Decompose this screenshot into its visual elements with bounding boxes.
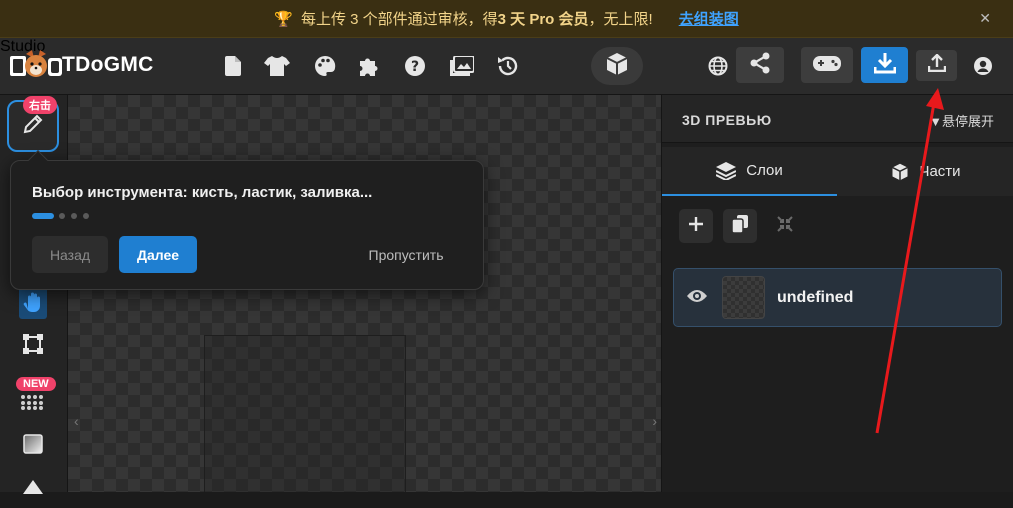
shape-tool-button[interactable] [14,470,52,508]
promo-banner: 🏆 每上传 3 个部件通过审核，得 3 天 Pro 会员 ，无上限! 去组装图 … [0,0,1013,38]
right-click-badge: 右击 [23,96,57,114]
download-icon [873,52,896,79]
layer-name: undefined [777,289,854,306]
drawing-canvas[interactable]: ‹ › [68,95,661,492]
trophy-icon: 🏆 [274,10,293,28]
pattern-tool-button[interactable] [14,385,52,423]
tab-parts-label: Части [919,163,961,180]
user-account-icon[interactable] [970,53,996,79]
preview-title: 3D ПРЕВЬЮ [682,112,772,128]
progress-dot [71,213,77,219]
dots-grid-icon [20,394,46,415]
app-name: TDoGMC [62,53,154,76]
banner-text-bold: 3 天 Pro 会员 [497,11,589,28]
copy-icon [731,214,748,238]
pencil-icon [22,113,44,140]
upload-button[interactable] [916,50,957,81]
transform-tool-button[interactable] [14,327,52,365]
cube-icon [606,52,628,81]
cube-icon [891,163,909,181]
dog-logo-icon [10,50,62,80]
tab-layers[interactable]: Слои [662,147,837,196]
tour-progress-dots [32,213,95,219]
layer-thumbnail [722,276,765,319]
language-globe-icon[interactable] [705,53,731,79]
chevron-left-icon[interactable]: ‹ [74,413,79,429]
triangle-icon [23,479,43,499]
canvas-texture-region [204,335,406,492]
skip-button[interactable]: Пропустить [351,236,461,273]
eye-icon[interactable] [686,288,708,309]
banner-close-icon[interactable]: ✕ [979,10,991,27]
progress-dot [83,213,89,219]
tab-layers-label: Слои [746,162,783,179]
download-button[interactable] [861,47,908,83]
banner-link[interactable]: 去组装图 [679,8,739,29]
preview-header: 3D ПРЕВЬЮ ▼悬停展开 [662,95,1013,143]
add-layer-button[interactable] [679,209,713,243]
gradient-icon [23,433,43,459]
shirt-icon[interactable] [264,53,290,79]
history-icon[interactable] [495,53,521,79]
banner-text-prefix: 每上传 3 个部件通过审核，得 [300,11,498,28]
plus-icon [688,216,704,237]
progress-dot-active [32,213,54,219]
share-button[interactable] [736,47,784,83]
layers-icon [716,161,737,180]
onboarding-tooltip: Выбор инструмента: кисть, ластик, заливк… [10,150,484,290]
share-icon [749,52,771,79]
app-logo[interactable]: TDoGMC [10,50,154,80]
next-button[interactable]: Далее [119,236,197,273]
hand-tool-button[interactable] [14,284,52,324]
tooltip-text: Выбор инструмента: кисть, ластик, заливк… [32,184,373,201]
tab-parts[interactable]: Части [838,147,1013,196]
compress-icon [777,215,793,237]
layer-item[interactable]: undefined [673,268,1002,327]
chevron-right-icon[interactable]: › [652,413,657,429]
right-panel: 3D ПРЕВЬЮ ▼悬停展开 Слои Части undefined [661,95,1013,492]
duplicate-layer-button[interactable] [723,209,757,243]
banner-text-suffix: ，无上限! [588,11,653,28]
gamepad-icon [812,53,842,78]
gradient-tool-button[interactable] [14,427,52,465]
svg-text:?: ? [411,59,419,75]
file-icon[interactable] [220,53,246,79]
back-button[interactable]: Назад [32,236,108,273]
upload-icon [927,53,946,77]
hover-expand-toggle[interactable]: ▼悬停展开 [929,111,994,130]
merge-layers-button[interactable] [768,209,802,243]
palette-icon[interactable] [312,53,338,79]
panel-tabs: Слои Части [662,147,1013,196]
help-icon[interactable]: ? [402,53,428,79]
game-button[interactable] [801,47,853,83]
top-toolbar: TDoGMC Studio ? [0,38,1013,95]
progress-dot [59,213,65,219]
gallery-icon[interactable] [449,53,475,79]
hand-icon [19,284,47,324]
transform-icon [23,333,43,359]
puzzle-icon[interactable] [356,53,382,79]
3d-view-button[interactable] [591,47,643,85]
